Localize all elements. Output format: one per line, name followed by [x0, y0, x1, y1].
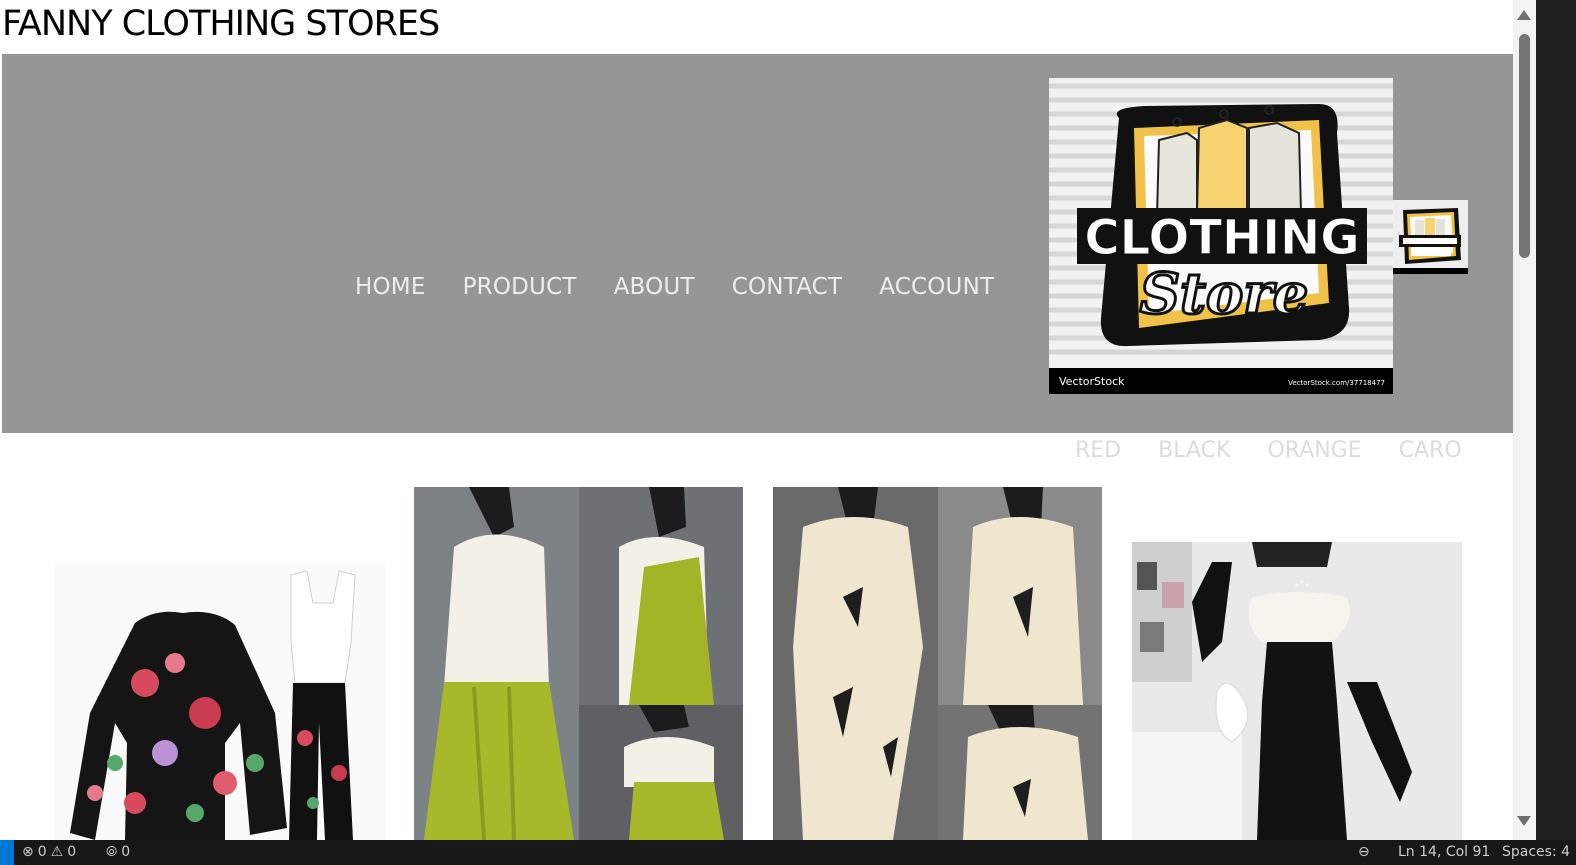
scroll-down-arrow-icon[interactable] [1517, 816, 1531, 826]
nav-product[interactable]: PRODUCT [463, 274, 577, 300]
clothing-store-logo-thumbnail [1393, 200, 1468, 274]
watermark-right: VectorStock.com/37718477 [1288, 379, 1385, 387]
logo-text-line1: CLOTHING [1084, 210, 1359, 266]
status-bar: ⊗ 0 ⚠ 0 ⦾ 0 ⊖ Ln 14, Col 91 Spaces: 4 [0, 840, 1576, 865]
problems-indicator[interactable]: ⊗ 0 ⚠ 0 [22, 844, 76, 860]
product-image-green-satin-skirt[interactable] [414, 487, 743, 840]
filter-caro[interactable]: CARO [1399, 438, 1462, 463]
filter-red[interactable]: RED [1075, 438, 1121, 463]
warning-count: 0 [67, 844, 77, 860]
editor-side-panel [1536, 0, 1576, 840]
nav-about[interactable]: ABOUT [614, 274, 695, 300]
nav-contact[interactable]: CONTACT [732, 274, 842, 300]
cursor-position[interactable]: Ln 14, Col 91 [1398, 844, 1490, 860]
broadcast-icon: ⦾ [106, 844, 118, 860]
watermark-left: VectorStock [1059, 375, 1125, 388]
indentation-text: Spaces: 4 [1502, 844, 1571, 860]
clothing-store-logo: CLOTHING Store VectorStock VectorStock.c… [1049, 78, 1393, 394]
zoom-indicator[interactable]: ⊖ [1358, 844, 1370, 860]
remote-indicator[interactable] [0, 840, 14, 865]
zoom-out-icon: ⊖ [1358, 844, 1370, 860]
browser-viewport: FANNY CLOTHING STORES HOME PRODUCT ABOUT… [0, 0, 1536, 840]
ports-indicator[interactable]: ⦾ 0 [106, 844, 130, 860]
product-image-black-off-shoulder-dress[interactable] [1132, 542, 1462, 840]
filter-orange[interactable]: ORANGE [1267, 438, 1361, 463]
color-filter-bar: RED BLACK ORANGE CARO [1075, 438, 1462, 463]
nav-home[interactable]: HOME [355, 274, 426, 300]
error-icon: ⊗ [22, 844, 34, 860]
site-title: FANNY CLOTHING STORES [2, 4, 440, 44]
indentation-setting[interactable]: Spaces: 4 [1502, 844, 1570, 860]
ports-count: 0 [121, 844, 131, 860]
hero-banner: HOME PRODUCT ABOUT CONTACT ACCOUNT CLOTH… [2, 54, 1513, 433]
warning-icon: ⚠ [50, 844, 64, 860]
filter-black[interactable]: BLACK [1158, 438, 1230, 463]
product-image-cream-dress[interactable] [773, 487, 1102, 840]
main-nav: HOME PRODUCT ABOUT CONTACT ACCOUNT [355, 274, 994, 300]
scrollbar-thumb[interactable] [1519, 34, 1530, 258]
cursor-position-text: Ln 14, Col 91 [1398, 844, 1491, 860]
product-image-floral-cycling-kit[interactable] [55, 563, 385, 840]
error-count: 0 [37, 844, 47, 860]
page-scrollbar[interactable] [1513, 0, 1536, 840]
scroll-up-arrow-icon[interactable] [1517, 10, 1531, 20]
nav-account[interactable]: ACCOUNT [879, 274, 994, 300]
logo-text-line2: Store [1140, 261, 1309, 327]
